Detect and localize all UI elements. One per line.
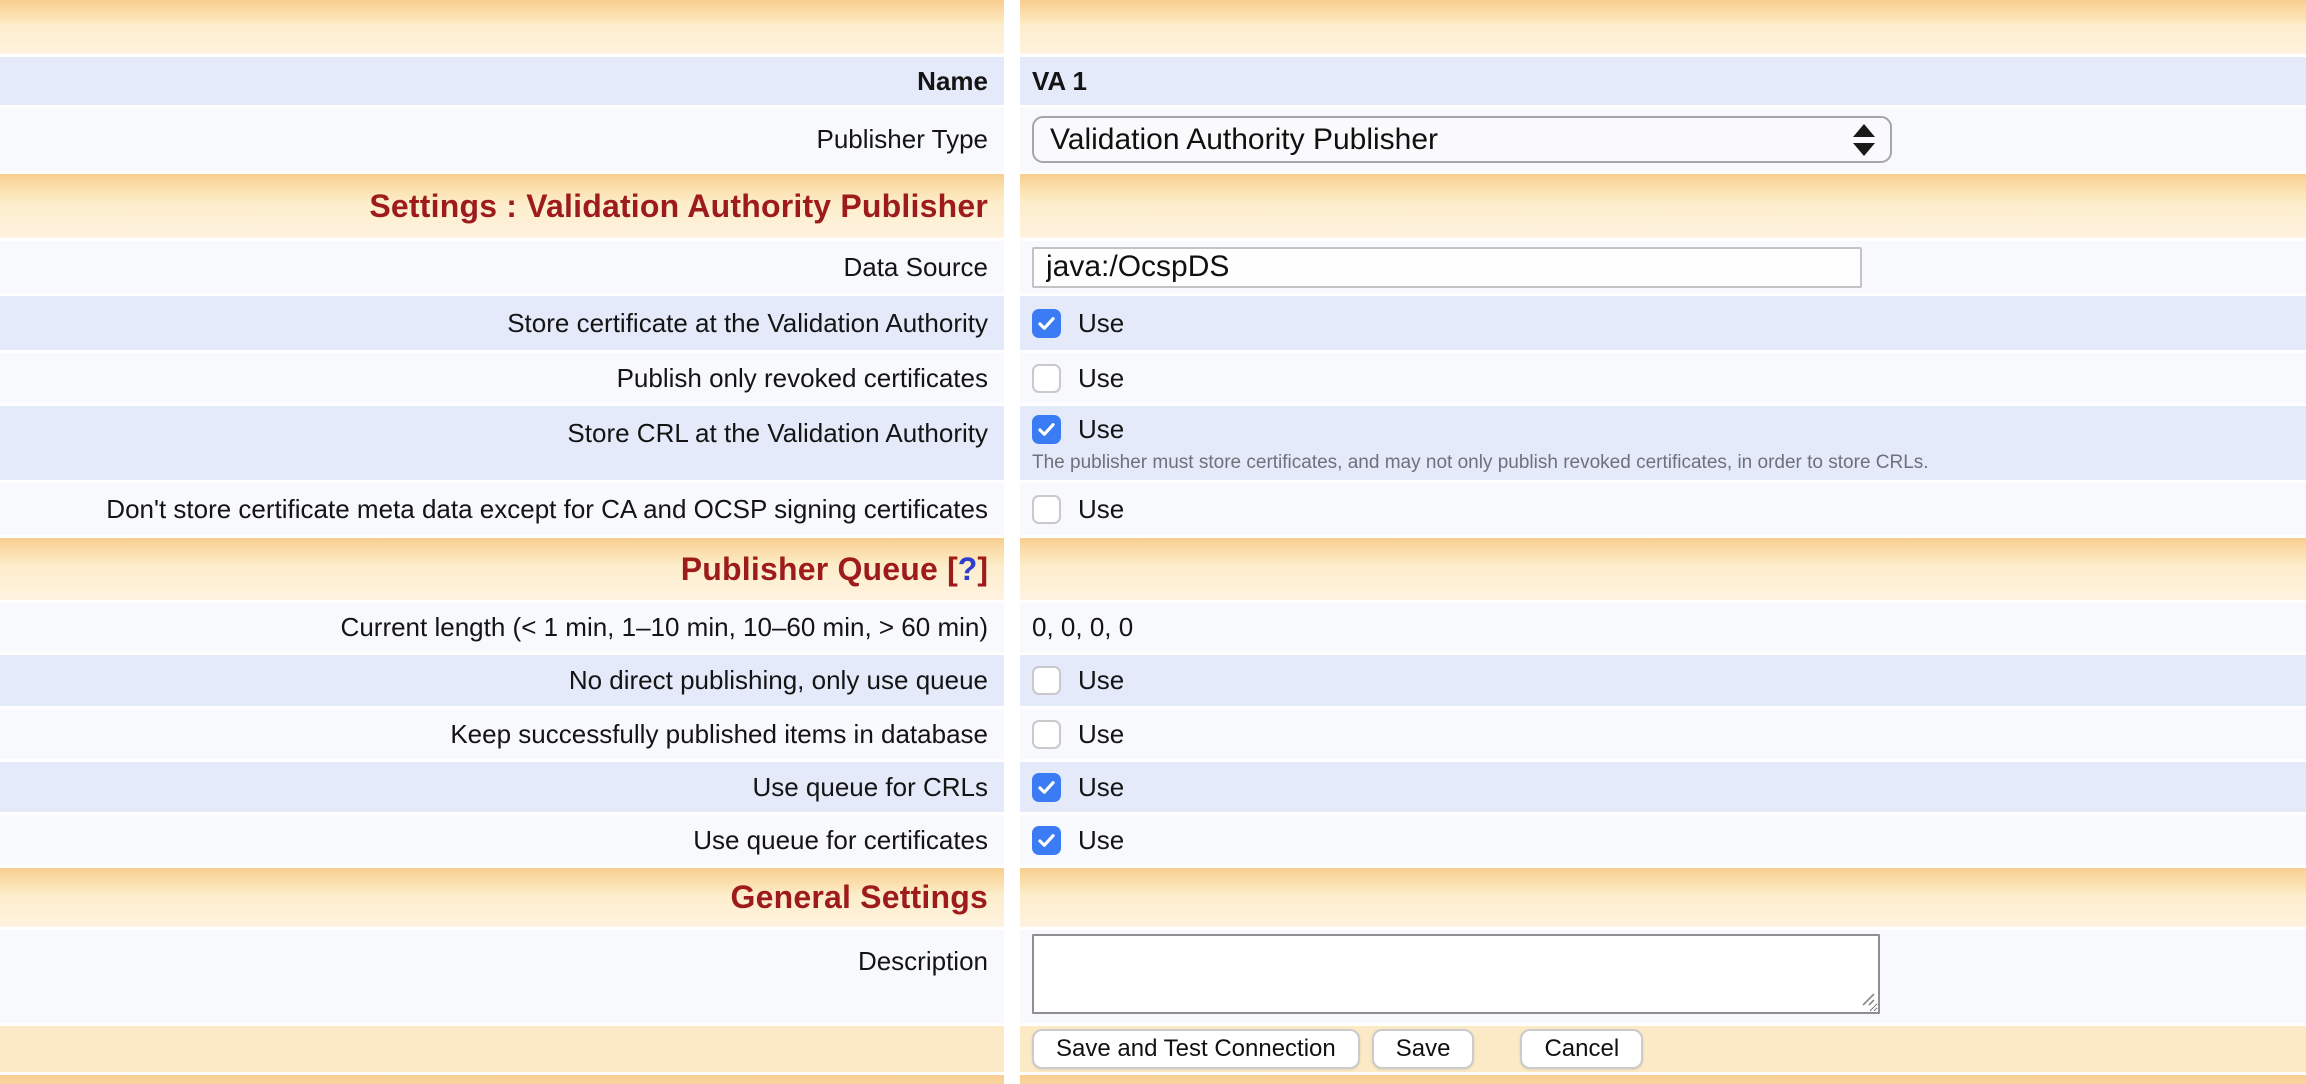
current-length-value: 0, 0, 0, 0 [1032, 612, 1133, 643]
use-queue-for-certificates-label: Use queue for certificates [693, 825, 988, 856]
use-queue-for-certificates-use-label: Use [1078, 825, 1124, 856]
no-direct-publishing-checkbox[interactable] [1032, 666, 1061, 695]
use-queue-for-certificates-checkbox[interactable] [1032, 826, 1061, 855]
dont-store-meta-use-label: Use [1078, 494, 1124, 525]
use-queue-for-crls-use-label: Use [1078, 772, 1124, 803]
publisher-type-row: Publisher Type Validation Authority Publ… [0, 108, 2306, 171]
select-stepper-icon [1852, 123, 1876, 157]
dont-store-meta-row: Don't store certificate meta data except… [0, 483, 2306, 535]
edit-publisher-form: Name VA 1 Publisher Type Validation Auth… [0, 0, 2306, 1084]
no-direct-publishing-row: No direct publishing, only use queue Use [0, 655, 2306, 706]
dont-store-meta-checkbox[interactable] [1032, 495, 1061, 524]
checkmark-icon [1036, 313, 1057, 334]
current-length-label: Current length (< 1 min, 1–10 min, 10–60… [341, 612, 988, 643]
help-bracket-close: ] [977, 551, 988, 587]
top-header-row [0, 0, 2306, 54]
keep-published-items-row: Keep successfully published items in dat… [0, 709, 2306, 759]
store-certificate-use-label: Use [1078, 308, 1124, 339]
name-row: Name VA 1 [0, 57, 2306, 105]
store-certificate-row: Store certificate at the Validation Auth… [0, 296, 2306, 350]
store-crl-use-label: Use [1078, 414, 1124, 445]
use-queue-for-crls-label: Use queue for CRLs [752, 772, 988, 803]
save-button[interactable]: Save [1372, 1029, 1475, 1069]
use-queue-for-certificates-row: Use queue for certificates Use [0, 815, 2306, 865]
dont-store-meta-label: Don't store certificate meta data except… [106, 494, 988, 525]
current-length-row: Current length (< 1 min, 1–10 min, 10–60… [0, 603, 2306, 652]
settings-section-right-cell [1020, 174, 2306, 238]
general-settings-section-right-cell [1020, 868, 2306, 927]
data-source-row: Data Source [0, 241, 2306, 293]
top-header-left-cell [0, 0, 1004, 54]
cancel-button[interactable]: Cancel [1520, 1029, 1643, 1069]
store-crl-label: Store CRL at the Validation Authority [567, 418, 988, 449]
action-buttons-row: Save and Test Connection Save Cancel [0, 1026, 2306, 1072]
keep-published-items-checkbox[interactable] [1032, 720, 1061, 749]
publisher-queue-section-row: Publisher Queue [?] [0, 538, 2306, 600]
top-header-right-cell [1020, 0, 2306, 54]
general-settings-section-row: General Settings [0, 868, 2306, 927]
help-question-icon: ? [958, 551, 978, 587]
general-settings-section-title: General Settings [731, 879, 989, 916]
store-certificate-checkbox[interactable] [1032, 309, 1061, 338]
publish-only-revoked-label: Publish only revoked certificates [617, 363, 988, 394]
publish-only-revoked-use-label: Use [1078, 363, 1124, 394]
no-direct-publishing-label: No direct publishing, only use queue [569, 665, 988, 696]
publisher-type-selected-option: Validation Authority Publisher [1050, 123, 1852, 157]
action-buttons-left-cell [0, 1026, 1004, 1072]
description-textarea[interactable] [1032, 934, 1880, 1014]
publish-only-revoked-checkbox[interactable] [1032, 364, 1061, 393]
store-certificate-label: Store certificate at the Validation Auth… [507, 308, 988, 339]
store-crl-checkbox[interactable] [1032, 415, 1061, 444]
publish-only-revoked-row: Publish only revoked certificates Use [0, 353, 2306, 403]
use-queue-for-crls-checkbox[interactable] [1032, 773, 1061, 802]
publisher-queue-help-link[interactable]: [?] [947, 551, 988, 588]
data-source-input[interactable] [1032, 247, 1862, 288]
publisher-queue-section-right-cell [1020, 538, 2306, 600]
checkmark-icon [1036, 777, 1057, 798]
settings-section-title: Settings : Validation Authority Publishe… [369, 188, 988, 225]
description-label: Description [858, 946, 988, 977]
bottom-header-sliver [0, 1075, 2306, 1084]
publisher-queue-section-title: Publisher Queue [681, 551, 938, 588]
publisher-type-select[interactable]: Validation Authority Publisher [1032, 116, 1892, 163]
keep-published-items-label: Keep successfully published items in dat… [450, 719, 988, 750]
data-source-label: Data Source [843, 252, 988, 283]
help-bracket-open: [ [947, 551, 958, 587]
use-queue-for-crls-row: Use queue for CRLs Use [0, 762, 2306, 812]
checkmark-icon [1036, 830, 1057, 851]
keep-published-items-use-label: Use [1078, 719, 1124, 750]
name-value: VA 1 [1032, 66, 1087, 97]
name-label: Name [917, 66, 988, 97]
save-and-test-connection-button[interactable]: Save and Test Connection [1032, 1029, 1360, 1069]
description-row: Description [0, 930, 2306, 1023]
no-direct-publishing-use-label: Use [1078, 665, 1124, 696]
settings-section-row: Settings : Validation Authority Publishe… [0, 174, 2306, 238]
checkmark-icon [1036, 419, 1057, 440]
store-crl-note: The publisher must store certificates, a… [1032, 452, 2306, 475]
publisher-type-label: Publisher Type [816, 124, 988, 155]
store-crl-row: Store CRL at the Validation Authority Us… [0, 406, 2306, 480]
